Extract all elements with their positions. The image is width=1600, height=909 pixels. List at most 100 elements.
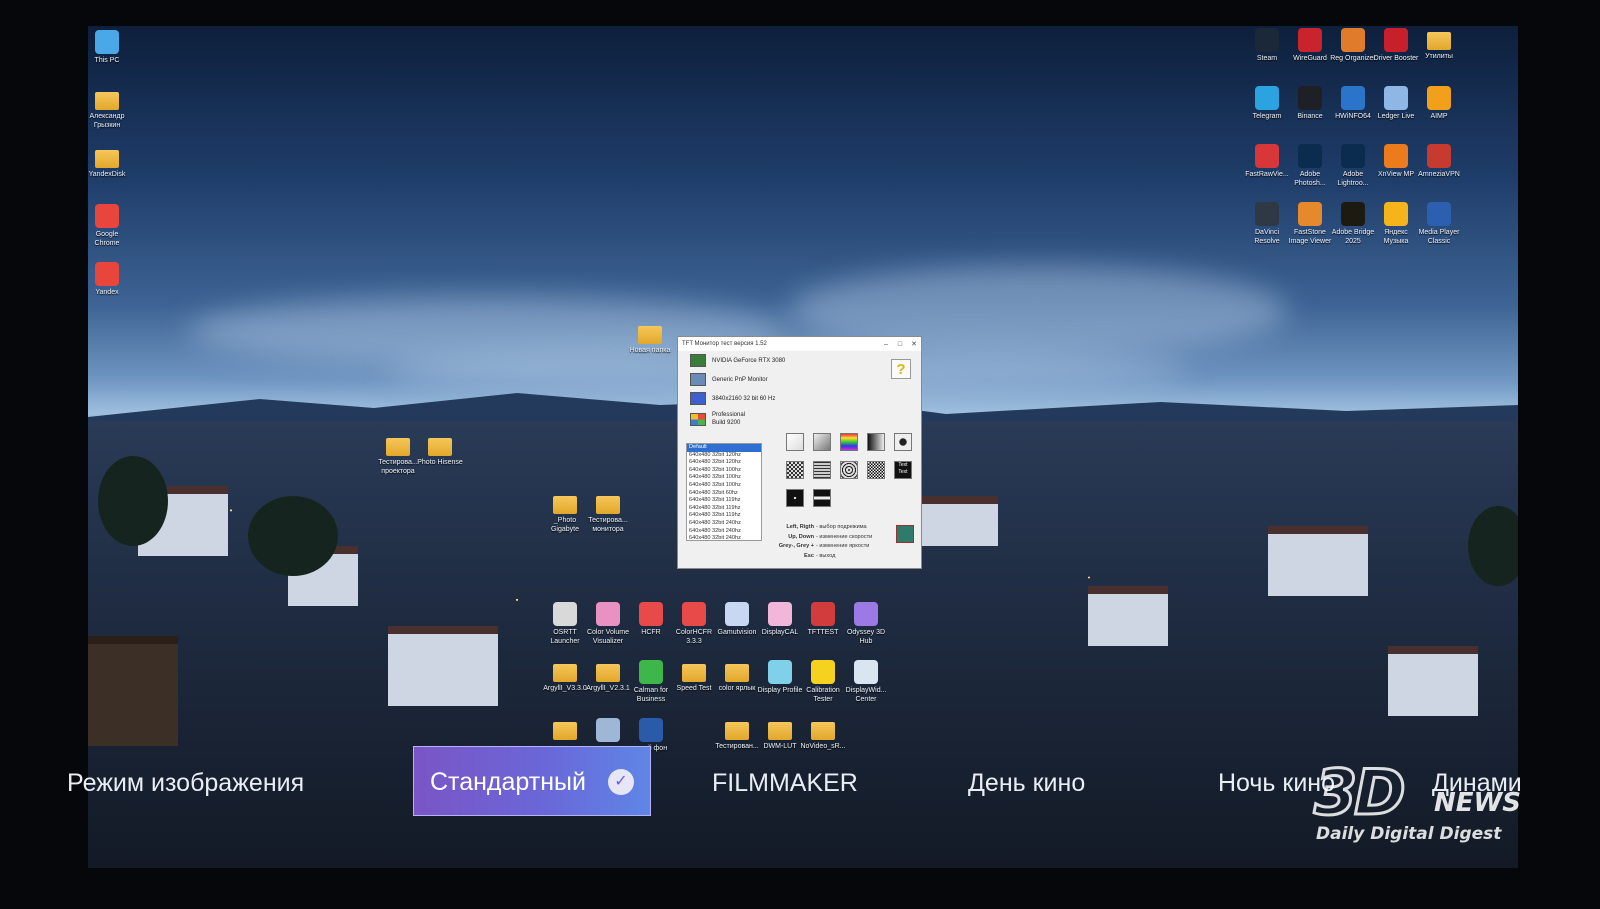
desktop-shortcut[interactable]: Яндекс Музыка [1372,202,1420,246]
desktop-shortcut[interactable]: Media Player Classic [1415,202,1463,246]
desktop-shortcut[interactable]: Утилиты [1415,28,1463,61]
video-mode-item[interactable]: 640x480 32bit 240hz [687,520,761,528]
gray-scale-icon[interactable] [867,433,885,451]
osd-option[interactable]: FILMMAKER [712,752,858,814]
desktop-shortcut[interactable]: WireGuard [1286,28,1334,63]
window-titlebar[interactable]: TFT Монитор тест версия 1.52 – □ ✕ [678,337,921,351]
os-build: Build 9200 [712,420,741,426]
word-doc-icon [639,718,663,742]
desktop-shortcut[interactable]: YandexDisk [88,146,131,179]
desktop-shortcut[interactable]: Calman for Business [627,660,675,704]
desktop-shortcut[interactable]: Calibration Tester [799,660,847,704]
desktop-shortcut[interactable]: Google Chrome [88,204,131,248]
help-button[interactable]: ? [891,359,911,379]
desktop-shortcut[interactable]: Binance [1286,86,1334,121]
key-name: Esc [804,552,814,559]
white-pattern-icon[interactable] [786,433,804,451]
video-mode-item[interactable]: 640x480 32bit 119hz [687,512,761,520]
desktop-shortcut[interactable]: Ledger Live [1372,86,1420,121]
stripe-pattern-icon[interactable] [813,489,831,507]
osd-option-selected[interactable]: Стандартный ✓ [413,746,651,816]
video-mode-item[interactable]: 640x480 32bit 119hz [687,505,761,513]
desktop-shortcut[interactable]: Новая папка [626,322,674,355]
desktop-shortcut[interactable]: ColorHCFR 3.3.3 [670,602,718,646]
video-mode-item[interactable]: 640x480 32bit 240hz [687,528,761,536]
desktop-shortcut[interactable] [541,718,589,742]
video-mode-item[interactable]: 640x480 32bit 60hz [687,490,761,498]
video-mode-item[interactable]: Default [687,444,761,452]
desktop-shortcut[interactable]: Александр Грызкин [88,88,131,130]
video-mode-item[interactable]: 640x480 32bit 100hz [687,467,761,475]
desktop-shortcut[interactable]: _Photo Gigabyte [541,492,589,534]
desktop-shortcut[interactable]: color ярлык [713,660,761,693]
moire-pattern-icon[interactable] [840,461,858,479]
telegram-icon [1255,86,1279,110]
gradient-pattern-icon[interactable] [813,433,831,451]
key-name: Grey-, Grey + [778,543,814,549]
desktop-shortcut[interactable]: HCFR [627,602,675,637]
desktop-shortcut[interactable]: DWM-LUT [756,718,804,751]
desktop-shortcut[interactable]: DaVinci Resolve [1243,202,1291,246]
desktop-shortcut[interactable]: This PC [88,30,131,65]
desktop-shortcut[interactable]: Driver Booster [1372,28,1420,63]
desktop-shortcut[interactable]: Speed Test [670,660,718,693]
desktop-shortcut[interactable]: NoVideo_sR... [799,718,847,751]
desktop-shortcut[interactable]: TFTTEST [799,602,847,637]
minimize-icon[interactable]: – [879,341,893,348]
video-mode-item[interactable]: 640x480 32bit 120hz [687,452,761,460]
desktop-shortcut[interactable]: Adobe Bridge 2025 [1329,202,1377,246]
desktop-shortcut[interactable]: Тестирова... монитора [584,492,632,534]
color-bars-icon[interactable] [840,433,858,451]
watermark-news: NEWS [1434,788,1521,818]
desktop-shortcut[interactable]: Тестирован... [713,718,761,751]
video-mode-item[interactable]: 640x480 32bit 100hz [687,482,761,490]
desktop-shortcut[interactable]: HWiNFO64 [1329,86,1377,121]
desktop-shortcut[interactable]: Yandex [88,262,131,297]
desktop-shortcut[interactable]: AIMP [1415,86,1463,121]
osd-option[interactable]: День кино [968,752,1085,814]
desktop-shortcut[interactable]: Telegram [1243,86,1291,121]
close-icon[interactable]: ✕ [907,340,921,348]
video-mode-item[interactable]: 640x480 32bit 120hz [687,459,761,467]
desktop-shortcut[interactable]: Тестирова... проектора [374,434,422,476]
desktop-shortcut[interactable]: Reg Organizer [1329,28,1377,63]
desktop-shortcut[interactable]: OSRTT Launcher [541,602,589,646]
desktop-shortcut[interactable]: Steam [1243,28,1291,63]
desktop-shortcut[interactable]: ArgyllI_V3.3.0 [541,660,589,693]
desktop-shortcut[interactable]: ArgyllI_V2.3.1 [584,660,632,693]
desktop-shortcut[interactable]: Display Profile [756,660,804,695]
exit-test-button[interactable] [896,525,914,543]
desktop-shortcut[interactable]: FastRawVie... [1243,144,1291,179]
desktop-shortcut[interactable]: Color Volume Visualizer [584,602,632,646]
dot-grid-pattern-icon[interactable] [867,461,885,479]
text-pattern-icon[interactable]: Text Text [894,461,912,479]
checker-pattern-icon[interactable] [786,461,804,479]
desktop-shortcut[interactable]: Odyssey 3D Hub [842,602,890,646]
desktop-shortcut[interactable] [584,718,632,744]
desktop-shortcut[interactable]: Photo Hisense [416,434,464,467]
folder-icon [768,722,792,740]
video-mode-item[interactable]: 640x480 32bit 119hz [687,497,761,505]
desktop-shortcut[interactable]: Gamutvision [713,602,761,637]
circle-pattern-icon[interactable] [894,433,912,451]
video-mode-item[interactable]: 640x480 32bit 100hz [687,474,761,482]
gamutvision-icon [725,602,749,626]
desktop-shortcut[interactable]: Adobe Lightroo... [1329,144,1377,188]
black-dot-pattern-icon[interactable] [786,489,804,507]
desktop-shortcut[interactable]: FastStone Image Viewer [1286,202,1334,246]
maximize-icon[interactable]: □ [893,341,907,348]
desktop-shortcut[interactable]: AmneziaVPN [1415,144,1463,179]
grid-pattern-icon[interactable] [813,461,831,479]
desktop-shortcut[interactable]: Adobe Photosh... [1286,144,1334,188]
shortcut-label: OSRTT Launcher [550,629,580,645]
shortcut-label: Яндекс Музыка [1383,229,1409,245]
tft-monitor-window[interactable]: TFT Монитор тест версия 1.52 – □ ✕ NVIDI… [677,336,922,569]
desktop-shortcut[interactable]: XnView MP [1372,144,1420,179]
windows-logo-icon [690,412,706,426]
desktop-shortcut[interactable]: DisplayCAL [756,602,804,637]
video-mode-item[interactable]: 640x480 32bit 240hz [687,535,761,540]
video-modes-list[interactable]: Default 640x480 32bit 120hz 640x480 32bit … [686,443,762,541]
desktop-shortcut[interactable]: DisplayWid... Center [842,660,890,704]
davinci-icon [1255,202,1279,226]
hwinfo-icon [1341,86,1365,110]
